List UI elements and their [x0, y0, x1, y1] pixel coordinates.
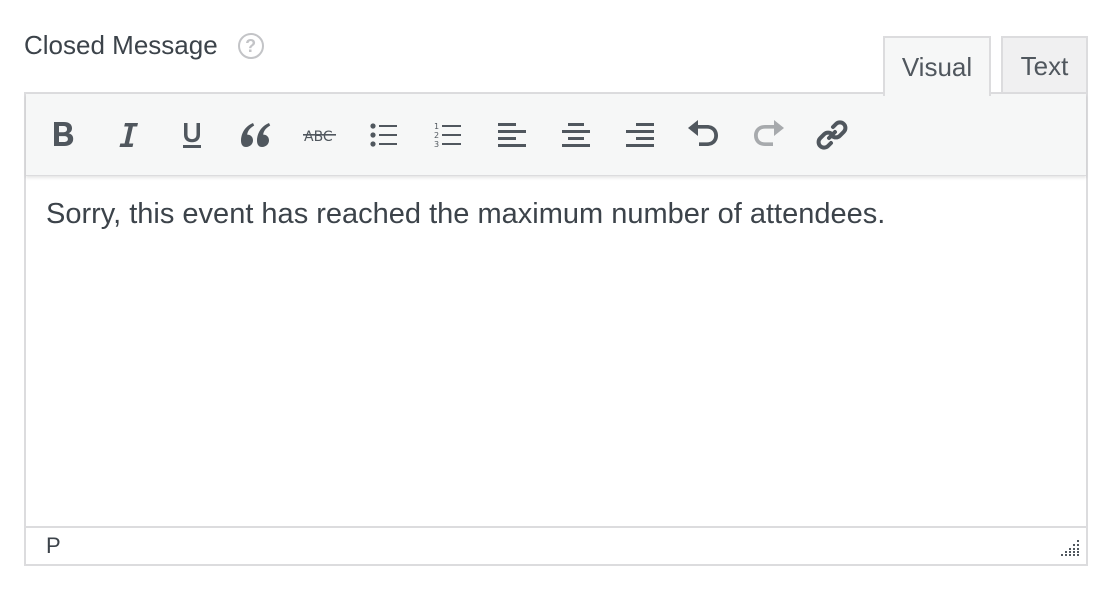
- svg-text:1: 1: [434, 122, 439, 131]
- align-left-button[interactable]: [492, 115, 532, 155]
- strikethrough-icon: ABC: [303, 129, 336, 145]
- link-button[interactable]: [812, 115, 852, 155]
- undo-icon: [688, 119, 718, 146]
- undo-button[interactable]: [684, 115, 724, 155]
- editor-content[interactable]: Sorry, this event has reached the maximu…: [46, 198, 1066, 231]
- editor-toolbar: ABC 123: [26, 94, 1086, 176]
- numbered-list-icon: 123: [434, 122, 461, 149]
- quote-icon: [241, 122, 271, 147]
- question-circle-icon[interactable]: ?: [237, 32, 264, 59]
- link-icon: [816, 119, 848, 150]
- italic-icon: [119, 122, 138, 147]
- underline-icon: [183, 122, 201, 148]
- redo-icon: [754, 119, 784, 146]
- strikethrough-button[interactable]: ABC: [300, 115, 340, 155]
- editor-statusbar: P: [26, 526, 1086, 564]
- redo-button[interactable]: [748, 115, 788, 155]
- bold-button[interactable]: [44, 115, 84, 155]
- field-label-row: Closed Message ?: [24, 30, 264, 61]
- align-center-button[interactable]: [556, 115, 596, 155]
- tab-text[interactable]: Text: [1001, 36, 1088, 94]
- align-left-icon: [498, 122, 526, 147]
- italic-button[interactable]: [108, 115, 148, 155]
- element-path[interactable]: P: [46, 533, 61, 559]
- align-right-button[interactable]: [620, 115, 660, 155]
- field-label: Closed Message: [24, 30, 218, 60]
- bullet-list-icon: [370, 122, 397, 147]
- svg-text:2: 2: [434, 131, 439, 140]
- svg-text:ABC: ABC: [304, 129, 333, 145]
- resize-handle-icon[interactable]: [1060, 538, 1080, 558]
- editor: ABC 123 Sorry, this event has reached th…: [24, 92, 1088, 566]
- blockquote-button[interactable]: [236, 115, 276, 155]
- numbered-list-button[interactable]: 123: [428, 115, 468, 155]
- underline-button[interactable]: [172, 115, 212, 155]
- align-center-icon: [562, 122, 590, 147]
- align-right-icon: [626, 122, 654, 147]
- bulleted-list-button[interactable]: [364, 115, 404, 155]
- svg-text:3: 3: [434, 140, 439, 149]
- tab-visual[interactable]: Visual: [883, 36, 991, 96]
- bold-icon: [54, 121, 74, 146]
